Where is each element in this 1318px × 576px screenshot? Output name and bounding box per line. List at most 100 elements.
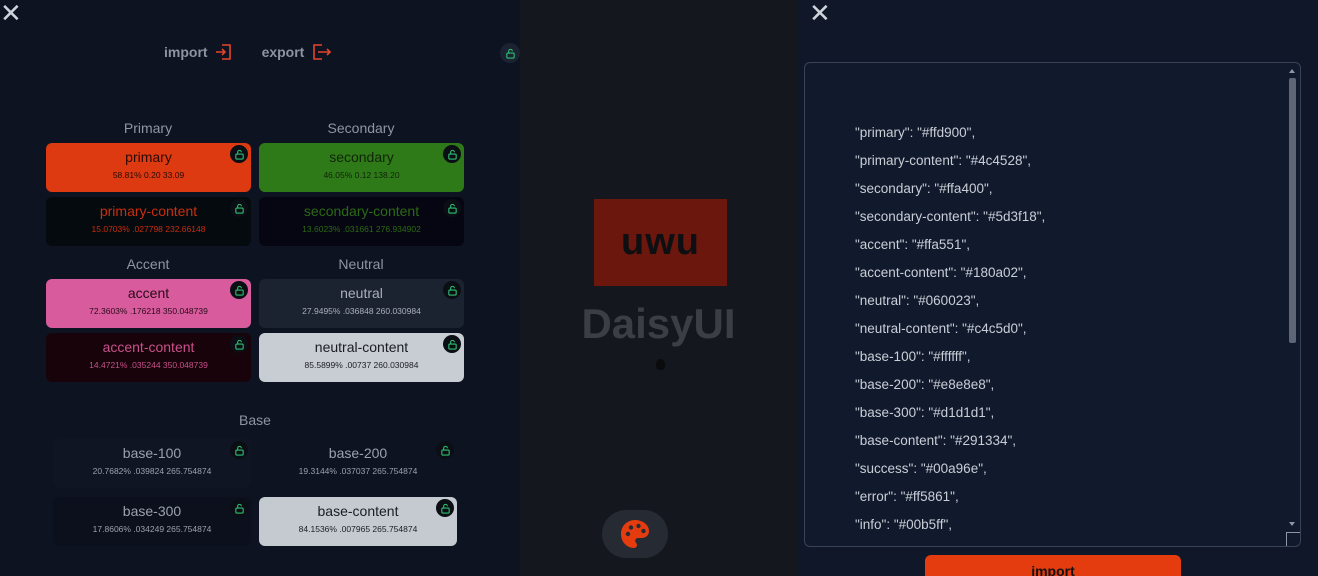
group-title-primary: Primary (123, 120, 173, 136)
json-line: "secondary-content": "#5d3f18", (855, 209, 1046, 224)
swatch-name: neutral (340, 285, 383, 301)
swatch-name: base-100 (122, 445, 182, 461)
json-line: "base-200": "#e8e8e8", (855, 377, 995, 392)
unlock-icon (234, 445, 244, 456)
swatch-lock-button[interactable] (436, 441, 454, 459)
swatch-base-300[interactable]: base-300 17.8606% .034249 265.754874 (53, 497, 251, 546)
swatch-value: 84.1536% .007965 265.754874 (298, 524, 418, 534)
swatch-accent-content[interactable]: accent-content 14.4721% .035244 350.0487… (46, 333, 251, 382)
swatch-lock-button[interactable] (443, 335, 461, 353)
theme-json-text: "primary": "#ffd900", "primary-content": … (855, 119, 1046, 546)
swatch-value: 72.3603% .176218 350.048739 (89, 306, 208, 316)
resize-handle-icon[interactable] (1286, 532, 1300, 546)
json-line: "neutral-content": "#c4c5d0", (855, 321, 1027, 336)
unlock-icon (447, 285, 457, 296)
json-line: "error": "#ff5861", (855, 489, 959, 504)
preview-badge: uwu (594, 199, 727, 286)
unlock-icon (234, 503, 244, 514)
json-line: "base-content": "#291334", (855, 433, 1017, 448)
swatch-neutral[interactable]: neutral 27.9495% .036848 260.030984 (259, 279, 464, 328)
unlock-icon (440, 503, 450, 514)
swatch-primary[interactable]: primary 58.81% 0.20 33.09 (46, 143, 251, 192)
swatch-accent[interactable]: accent 72.3603% .176218 350.048739 (46, 279, 251, 328)
json-line: "info": "#00b5ff", (855, 517, 952, 532)
scrollbar-thumb[interactable] (1289, 78, 1296, 343)
import-panel: ✕ "primary": "#ffd900", "primary-content"… (797, 0, 1318, 576)
json-line: "success": "#00a96e", (855, 461, 987, 476)
swatch-value: 17.8606% .034249 265.754874 (92, 524, 212, 534)
cursor-drop-icon (656, 359, 665, 370)
json-line: "warning": "#ffbe00", (855, 539, 1045, 546)
palette-icon (621, 520, 649, 548)
import-icon (215, 44, 231, 60)
unlock-icon (234, 339, 244, 350)
json-line: "secondary": "#ffa400", (855, 181, 993, 196)
swatch-lock-button[interactable] (230, 199, 248, 217)
import-submit-button[interactable]: import (925, 555, 1181, 576)
swatch-value: 19.3144% .037037 265.754874 (298, 466, 418, 476)
swatch-base-200[interactable]: base-200 19.3144% .037037 265.754874 (259, 439, 457, 488)
swatch-name: base-content (317, 503, 399, 519)
swatch-primary-content[interactable]: primary-content 15.0703% .027798 232.661… (46, 197, 251, 246)
close-icon[interactable]: ✕ (809, 0, 831, 26)
swatch-base-100[interactable]: base-100 20.7682% .039824 265.754874 (53, 439, 251, 488)
group-title-base: Base (239, 412, 271, 428)
swatch-name: accent-content (102, 339, 195, 355)
swatch-value: 46.05% 0.12 138.20 (323, 170, 400, 180)
scroll-up-arrow-icon[interactable] (1289, 69, 1295, 73)
swatch-lock-button[interactable] (443, 281, 461, 299)
group-title-neutral: Neutral (338, 256, 384, 272)
swatch-name: primary-content (99, 203, 198, 219)
close-icon[interactable]: ✕ (0, 0, 22, 26)
theme-json-textarea[interactable]: "primary": "#ffd900", "primary-content": … (804, 62, 1301, 547)
theme-generator-app: ✕ import export Primary Secondary Accent… (0, 0, 1318, 576)
swatch-value: 20.7682% .039824 265.754874 (92, 466, 212, 476)
unlock-icon (234, 203, 244, 214)
swatch-name: base-200 (328, 445, 388, 461)
swatch-lock-button[interactable] (443, 199, 461, 217)
swatch-name: accent (127, 285, 170, 301)
import-label: import (164, 44, 208, 60)
swatch-value: 58.81% 0.20 33.09 (112, 170, 185, 180)
swatch-lock-button[interactable] (436, 499, 454, 517)
unlock-icon (234, 285, 244, 296)
swatch-base-content[interactable]: base-content 84.1536% .007965 265.754874 (259, 497, 457, 546)
lock-all-toggle[interactable] (500, 43, 520, 63)
unlock-icon (505, 48, 515, 59)
unlock-icon (234, 149, 244, 160)
swatch-secondary-content[interactable]: secondary-content 13.6023% .031661 276.9… (259, 197, 464, 246)
swatch-name: secondary (329, 149, 394, 165)
json-line: "base-300": "#d1d1d1", (855, 405, 995, 420)
swatch-lock-button[interactable] (230, 499, 248, 517)
swatch-secondary[interactable]: secondary 46.05% 0.12 138.20 (259, 143, 464, 192)
export-button[interactable]: export (262, 42, 333, 62)
export-icon (313, 44, 332, 60)
unlock-icon (440, 445, 450, 456)
textarea-scrollbar[interactable] (1286, 65, 1298, 543)
swatch-lock-button[interactable] (230, 335, 248, 353)
swatch-name: base-300 (122, 503, 182, 519)
scroll-down-arrow-icon[interactable] (1289, 522, 1295, 526)
swatch-lock-button[interactable] (230, 441, 248, 459)
group-title-accent: Accent (126, 256, 170, 272)
swatch-neutral-content[interactable]: neutral-content 85.5899% .00737 260.0309… (259, 333, 464, 382)
swatch-value: 13.6023% .031661 276.934902 (302, 224, 421, 234)
import-button[interactable]: import (164, 42, 234, 62)
swatch-lock-button[interactable] (443, 145, 461, 163)
swatch-value: 14.4721% .035244 350.048739 (89, 360, 208, 370)
palette-button[interactable] (602, 510, 668, 558)
group-title-secondary: Secondary (327, 120, 395, 136)
swatch-lock-button[interactable] (230, 281, 248, 299)
json-line: "base-100": "#ffffff", (855, 349, 971, 364)
json-line: "primary": "#ffd900", (855, 125, 976, 140)
swatch-value: 15.0703% .027798 232.66148 (91, 224, 206, 234)
unlock-icon (447, 149, 457, 160)
theme-editor-panel: ✕ import export Primary Secondary Accent… (0, 0, 520, 576)
import-export-bar: import export (164, 42, 332, 62)
swatch-name: secondary-content (303, 203, 420, 219)
unlock-icon (447, 339, 457, 350)
swatch-name: neutral-content (314, 339, 409, 355)
swatch-name: primary (125, 149, 172, 165)
swatch-lock-button[interactable] (230, 145, 248, 163)
theme-preview: uwu DaisyUI (520, 0, 797, 576)
